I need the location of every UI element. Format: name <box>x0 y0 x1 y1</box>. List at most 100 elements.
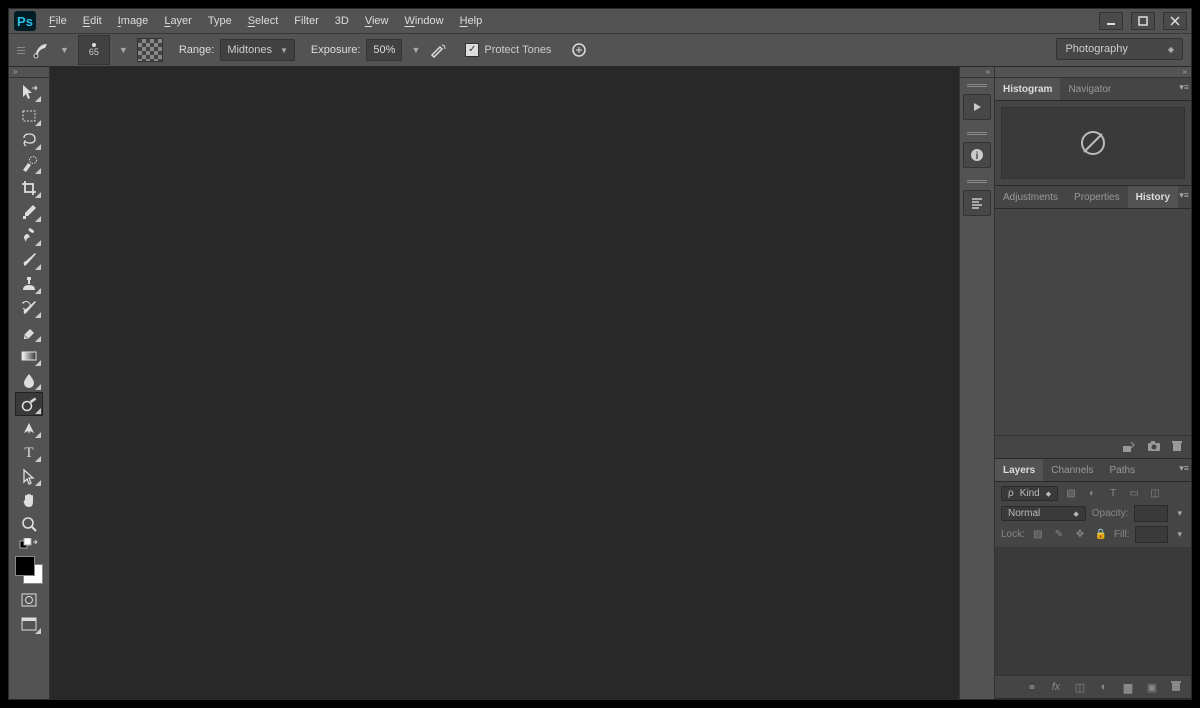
menu-select[interactable]: Select <box>240 9 287 33</box>
pen-tool[interactable] <box>15 416 43 440</box>
menu-help[interactable]: Help <box>452 9 491 33</box>
exposure-slider-dropdown[interactable]: ▼ <box>408 45 423 55</box>
current-tool-icon[interactable] <box>31 40 51 60</box>
filter-smart-icon[interactable]: ◫ <box>1148 488 1162 499</box>
layer-mask-icon[interactable]: ◫ <box>1073 681 1087 694</box>
tab-adjustments[interactable]: Adjustments <box>995 186 1066 208</box>
filter-pixel-icon[interactable]: ▧ <box>1064 488 1078 499</box>
protect-tones-checkbox[interactable]: ✓ Protect Tones <box>465 43 551 57</box>
path-selection-tool[interactable] <box>15 464 43 488</box>
dock-expand[interactable]: « <box>960 67 994 78</box>
filter-adjustment-icon[interactable]: ◐ <box>1085 488 1099 499</box>
menu-file[interactable]: File <box>41 9 75 33</box>
workspace-switcher[interactable]: Photography ◆ <box>1056 38 1183 60</box>
menu-filter[interactable]: Filter <box>286 9 326 33</box>
tab-layers[interactable]: Layers <box>995 459 1043 481</box>
menu-layer[interactable]: Layer <box>156 9 200 33</box>
tab-channels[interactable]: Channels <box>1043 459 1101 481</box>
foreground-color-swatch[interactable] <box>15 556 35 576</box>
lock-position-icon[interactable]: ✥ <box>1073 529 1087 540</box>
new-layer-icon[interactable]: ▣ <box>1145 681 1159 694</box>
menu-image[interactable]: Image <box>110 9 157 33</box>
tab-paths[interactable]: Paths <box>1102 459 1144 481</box>
blur-tool[interactable] <box>15 368 43 392</box>
airbrush-toggle[interactable] <box>429 40 449 60</box>
maximize-button[interactable] <box>1131 12 1155 30</box>
move-tool[interactable] <box>15 80 43 104</box>
gradient-tool[interactable] <box>15 344 43 368</box>
brush-picker-dropdown[interactable]: ▼ <box>116 45 131 55</box>
eraser-tool[interactable] <box>15 320 43 344</box>
blend-mode-select[interactable]: Normal◆ <box>1001 506 1086 521</box>
dodge-tool[interactable] <box>15 392 43 416</box>
tab-navigator[interactable]: Navigator <box>1060 78 1119 100</box>
menu-edit[interactable]: Edit <box>75 9 110 33</box>
tab-histogram[interactable]: Histogram <box>995 78 1060 100</box>
quick-selection-tool[interactable] <box>15 152 43 176</box>
rectangular-marquee-tool[interactable] <box>15 104 43 128</box>
layer-style-icon[interactable]: fx <box>1049 681 1063 693</box>
history-brush-tool[interactable] <box>15 296 43 320</box>
fill-dropdown[interactable]: ▾ <box>1174 529 1185 540</box>
horizontal-type-tool[interactable]: T <box>15 440 43 464</box>
lock-all-icon[interactable]: 🔒 <box>1094 529 1108 540</box>
history-list[interactable] <box>995 209 1191 435</box>
info-panel-icon[interactable]: i <box>963 142 991 168</box>
quick-mask-toggle[interactable] <box>15 588 43 612</box>
clone-stamp-tool[interactable] <box>15 272 43 296</box>
foreground-background-swatches[interactable] <box>15 556 43 584</box>
dock-grip-icon[interactable] <box>967 132 987 136</box>
toolbox-expand[interactable]: » <box>9 67 49 78</box>
screen-mode-toggle[interactable] <box>15 612 43 636</box>
menu-window[interactable]: Window <box>396 9 451 33</box>
panel-menu-icon[interactable]: ▾≡ <box>1179 82 1189 93</box>
tab-history[interactable]: History <box>1128 186 1178 208</box>
brush-tool[interactable] <box>15 248 43 272</box>
menu-3d[interactable]: 3D <box>327 9 357 33</box>
spot-healing-brush-tool[interactable] <box>15 224 43 248</box>
paragraph-panel-icon[interactable] <box>963 190 991 216</box>
camera-icon[interactable] <box>1147 440 1161 455</box>
filter-shape-icon[interactable]: ▭ <box>1127 488 1141 499</box>
tablet-pressure-toggle[interactable] <box>569 40 589 60</box>
menu-type[interactable]: Type <box>200 9 240 33</box>
layer-filter-icons[interactable]: ▧ ◐ T ▭ ◫ <box>1064 488 1162 499</box>
filter-type-icon[interactable]: T <box>1106 488 1120 499</box>
lock-image-icon[interactable]: ✎ <box>1052 529 1066 540</box>
brush-panel-toggle[interactable] <box>137 38 163 62</box>
new-snapshot-icon[interactable] <box>1123 440 1137 455</box>
dock-grip-icon[interactable] <box>967 84 987 88</box>
actions-panel-icon[interactable] <box>963 94 991 120</box>
opacity-input[interactable] <box>1134 505 1168 522</box>
layers-list[interactable] <box>995 547 1191 675</box>
eyedropper-tool[interactable] <box>15 200 43 224</box>
lock-transparent-icon[interactable]: ▧ <box>1031 529 1045 540</box>
delete-layer-icon[interactable] <box>1169 680 1183 695</box>
close-button[interactable] <box>1163 12 1187 30</box>
canvas-area[interactable] <box>50 67 959 699</box>
hand-tool[interactable] <box>15 488 43 512</box>
panel-menu-icon[interactable]: ▾≡ <box>1179 190 1189 201</box>
default-fg-bg[interactable] <box>15 536 43 552</box>
exposure-input[interactable]: 50% <box>366 39 402 61</box>
tool-preset-dropdown[interactable]: ▼ <box>57 45 72 55</box>
brush-picker[interactable]: 65 <box>78 35 110 65</box>
tab-properties[interactable]: Properties <box>1066 186 1128 208</box>
opacity-dropdown[interactable]: ▾ <box>1174 508 1185 519</box>
panels-collapse[interactable]: » <box>995 67 1191 78</box>
layer-filter-kind[interactable]: ρKind◆ <box>1001 486 1058 501</box>
fill-input[interactable] <box>1135 526 1168 543</box>
new-group-icon[interactable]: ▆ <box>1121 681 1135 694</box>
adjustment-layer-icon[interactable]: ◐ <box>1097 681 1111 693</box>
crop-tool[interactable] <box>15 176 43 200</box>
zoom-tool[interactable] <box>15 512 43 536</box>
panel-menu-icon[interactable]: ▾≡ <box>1179 463 1189 474</box>
lasso-tool[interactable] <box>15 128 43 152</box>
dock-grip-icon[interactable] <box>967 180 987 184</box>
trash-icon[interactable] <box>1171 440 1183 455</box>
menu-view[interactable]: View <box>357 9 397 33</box>
range-select[interactable]: Midtones▼ <box>220 39 295 61</box>
link-layers-icon[interactable]: ⚭ <box>1025 681 1039 694</box>
options-grip-icon[interactable] <box>17 40 25 60</box>
minimize-button[interactable] <box>1099 12 1123 30</box>
